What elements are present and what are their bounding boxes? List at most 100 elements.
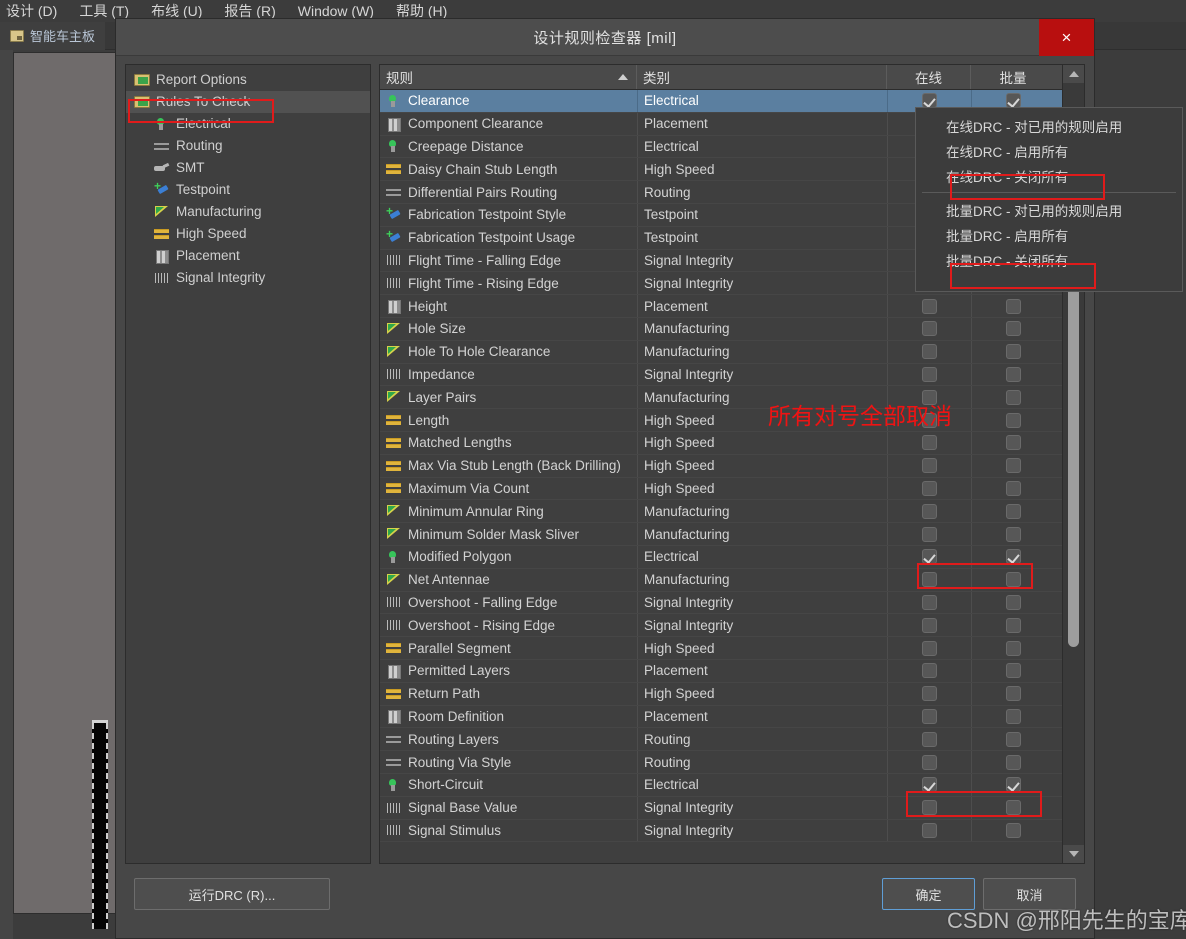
batch-checkbox[interactable] [1006, 777, 1021, 793]
online-checkbox[interactable] [922, 366, 937, 382]
menu-design[interactable]: 设计 (D) [6, 1, 57, 21]
batch-checkbox[interactable] [1006, 640, 1021, 656]
table-row[interactable]: Hole To Hole Clearance Manufacturing [380, 340, 1062, 364]
table-row[interactable]: Short-Circuit Electrical [380, 773, 1062, 797]
tree-item-rules-to-check[interactable]: Rules To Check [126, 91, 370, 113]
context-menu-item[interactable]: 批量DRC - 对已用的规则启用 [916, 197, 1182, 222]
batch-checkbox[interactable] [1006, 663, 1021, 679]
batch-checkbox[interactable] [1006, 366, 1021, 382]
batch-checkbox[interactable] [1006, 526, 1021, 542]
batch-checkbox[interactable] [1006, 435, 1021, 451]
table-row[interactable]: Overshoot - Falling Edge Signal Integrity [380, 591, 1062, 615]
table-row[interactable]: Minimum Solder Mask Sliver Manufacturing [380, 523, 1062, 546]
batch-checkbox[interactable] [1006, 572, 1021, 588]
online-checkbox[interactable] [922, 800, 937, 816]
tree-item-placement[interactable]: Placement [126, 245, 370, 267]
tree-item-electrical[interactable]: Electrical [126, 113, 370, 135]
scrollbar-thumb[interactable] [1068, 287, 1079, 647]
context-menu-item[interactable]: 在线DRC - 关闭所有 [916, 163, 1182, 188]
tree-item-report-options[interactable]: Report Options [126, 69, 370, 91]
online-checkbox[interactable] [922, 321, 937, 337]
column-header-batch[interactable]: 批量 [971, 65, 1055, 89]
online-checkbox[interactable] [922, 526, 937, 542]
online-checkbox[interactable] [922, 822, 937, 838]
online-checkbox[interactable] [922, 640, 937, 656]
batch-checkbox[interactable] [1006, 412, 1021, 428]
online-checkbox[interactable] [922, 617, 937, 633]
table-row[interactable]: Height Placement [380, 295, 1062, 318]
close-icon[interactable]: × [1039, 19, 1094, 56]
table-row[interactable]: Signal Base Value Signal Integrity [380, 796, 1062, 820]
table-row[interactable]: Layer Pairs Manufacturing [380, 386, 1062, 410]
context-menu-item[interactable]: 在线DRC - 对已用的规则启用 [916, 113, 1182, 138]
online-checkbox[interactable] [922, 389, 937, 405]
table-row[interactable]: Length High Speed [380, 409, 1062, 432]
table-row[interactable]: Max Via Stub Length (Back Drilling) High … [380, 454, 1062, 478]
context-menu-item[interactable]: 批量DRC - 启用所有 [916, 222, 1182, 247]
context-menu-item[interactable]: 批量DRC - 关闭所有 [916, 247, 1182, 272]
batch-checkbox[interactable] [1006, 754, 1021, 770]
online-checkbox[interactable] [922, 503, 937, 519]
batch-checkbox[interactable] [1006, 344, 1021, 360]
table-row[interactable]: Overshoot - Rising Edge Signal Integrity [380, 614, 1062, 638]
table-row[interactable]: Signal Stimulus Signal Integrity [380, 819, 1062, 843]
batch-checkbox[interactable] [1006, 708, 1021, 724]
online-checkbox[interactable] [922, 458, 937, 474]
online-checkbox[interactable] [922, 594, 937, 610]
online-checkbox[interactable] [922, 686, 937, 702]
batch-checkbox[interactable] [1006, 594, 1021, 610]
online-checkbox[interactable] [922, 572, 937, 588]
batch-checkbox[interactable] [1006, 822, 1021, 838]
table-row[interactable]: Return Path High Speed [380, 682, 1062, 706]
context-menu-item[interactable]: 在线DRC - 启用所有 [916, 138, 1182, 163]
table-row[interactable]: Matched Lengths High Speed [380, 431, 1062, 455]
scroll-up-icon[interactable] [1063, 65, 1084, 83]
table-row[interactable]: Net Antennae Manufacturing [380, 568, 1062, 592]
batch-checkbox[interactable] [1006, 549, 1021, 565]
batch-checkbox[interactable] [1006, 731, 1021, 747]
column-header-online[interactable]: 在线 [887, 65, 971, 89]
table-row[interactable]: Modified Polygon Electrical [380, 545, 1062, 569]
online-checkbox[interactable] [922, 480, 937, 496]
batch-checkbox[interactable] [1006, 617, 1021, 633]
online-checkbox[interactable] [922, 663, 937, 679]
tree-item-manufacturing[interactable]: Manufacturing [126, 201, 370, 223]
batch-checkbox[interactable] [1006, 503, 1021, 519]
table-row[interactable]: Minimum Annular Ring Manufacturing [380, 500, 1062, 524]
column-header-category[interactable]: 类别 [637, 65, 887, 89]
ok-button[interactable]: 确定 [882, 878, 975, 910]
online-checkbox[interactable] [922, 298, 937, 314]
scroll-down-icon[interactable] [1063, 845, 1084, 863]
batch-checkbox[interactable] [1006, 686, 1021, 702]
batch-checkbox[interactable] [1006, 389, 1021, 405]
table-row[interactable]: Routing Via Style Routing [380, 751, 1062, 774]
table-row[interactable]: Maximum Via Count High Speed [380, 477, 1062, 501]
tree-item-smt[interactable]: SMT [126, 157, 370, 179]
drc-enable-context-menu[interactable]: 在线DRC - 对已用的规则启用 在线DRC - 启用所有 在线DRC - 关闭所有… [915, 107, 1183, 292]
run-drc-button[interactable]: 运行DRC (R)... [134, 878, 330, 910]
cancel-button[interactable]: 取消 [983, 878, 1076, 910]
tree-item-signal-integrity[interactable]: Signal Integrity [126, 267, 370, 289]
batch-checkbox[interactable] [1006, 321, 1021, 337]
menu-window[interactable]: Window (W) [298, 3, 374, 19]
online-checkbox[interactable] [922, 777, 937, 793]
batch-checkbox[interactable] [1006, 458, 1021, 474]
online-checkbox[interactable] [922, 731, 937, 747]
batch-checkbox[interactable] [1006, 800, 1021, 816]
column-header-rule[interactable]: 规则 [380, 65, 637, 89]
table-row[interactable]: Impedance Signal Integrity [380, 363, 1062, 387]
tree-item-routing[interactable]: Routing [126, 135, 370, 157]
batch-checkbox[interactable] [1006, 298, 1021, 314]
tree-item-testpoint[interactable]: Testpoint [126, 179, 370, 201]
table-row[interactable]: Permitted Layers Placement [380, 659, 1062, 683]
rules-tree[interactable]: Report Options Rules To Check Electrical Ro… [125, 64, 371, 864]
table-row[interactable]: Routing Layers Routing [380, 728, 1062, 752]
tree-item-high-speed[interactable]: High Speed [126, 223, 370, 245]
online-checkbox[interactable] [922, 708, 937, 724]
online-checkbox[interactable] [922, 344, 937, 360]
online-checkbox[interactable] [922, 754, 937, 770]
online-checkbox[interactable] [922, 435, 937, 451]
batch-checkbox[interactable] [1006, 480, 1021, 496]
table-row[interactable]: Room Definition Placement [380, 705, 1062, 729]
online-checkbox[interactable] [922, 549, 937, 565]
